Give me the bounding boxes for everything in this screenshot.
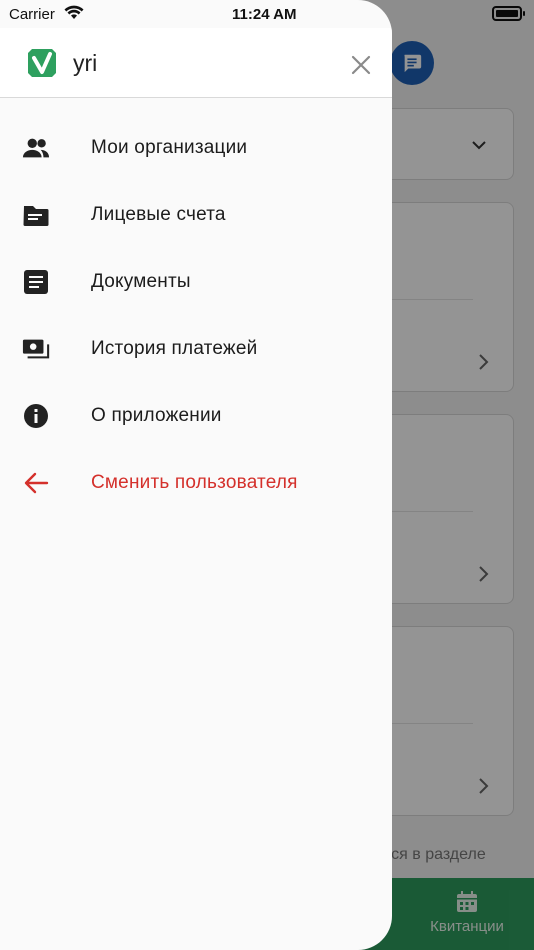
menu-item-label: Лицевые счета [91,203,226,225]
close-icon [351,55,371,75]
info-icon [22,402,50,430]
menu-item-label: История платежей [91,337,258,359]
status-time: 11:24 AM [232,6,297,23]
menu-item-accounts[interactable]: Лицевые счета [0,181,392,248]
menu-item-about[interactable]: О приложении [0,382,392,449]
people-icon [22,134,50,162]
arrow-back-icon [22,469,50,497]
menu-item-label: Сменить пользователя [91,471,298,493]
drawer-header: yri [0,28,392,98]
app-logo-icon [28,49,56,77]
menu-item-label: Документы [91,270,191,292]
menu-item-label: Мои организации [91,136,248,158]
menu-item-documents[interactable]: Документы [0,248,392,315]
menu-item-label: О приложении [91,404,222,426]
payments-icon [22,335,50,363]
carrier-label: Carrier [9,6,55,23]
document-icon [22,268,50,296]
close-button[interactable] [344,48,378,82]
menu-item-payment-history[interactable]: История платежей [0,315,392,382]
menu-item-switch-user[interactable]: Сменить пользователя [0,449,392,516]
status-bar: Carrier 11:24 AM [0,0,392,28]
app-name: yri [73,50,98,76]
menu-item-organizations[interactable]: Мои организации [0,114,392,181]
folder-icon [22,201,50,229]
wifi-icon [64,5,84,19]
drawer-menu: Мои организации Лицевые счета Документы … [0,114,392,516]
navigation-drawer: yri Мои организации Лицевые счета Докуме… [0,0,392,950]
